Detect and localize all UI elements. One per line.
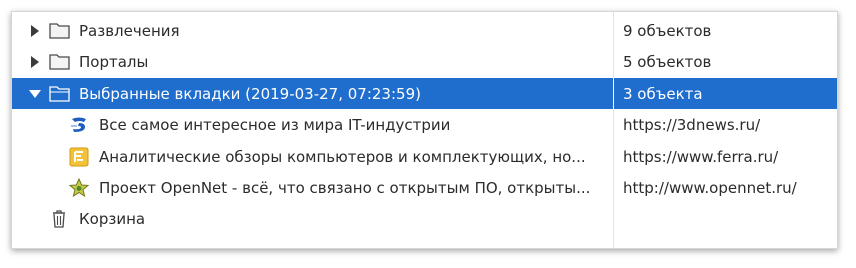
bookmark-row-ferra[interactable]: Аналитические обзоры компьютеров и компл… (12, 141, 837, 172)
tree-row-info: 5 объектов (623, 52, 712, 71)
tree-row-info (614, 203, 623, 234)
tree-row-entertainment[interactable]: Развлечения 9 объектов (12, 15, 837, 46)
bookmark-title: Проект OpenNet - всё, что связано с откр… (99, 178, 591, 197)
opennet-favicon-icon (68, 177, 90, 198)
trash-icon (48, 209, 70, 229)
bookmark-tree-panel: Развлечения 9 объектов Порталы 5 объекто… (11, 11, 838, 249)
bookmark-title: Аналитические обзоры компьютеров и компл… (99, 147, 586, 166)
tree-row-label: Развлечения (79, 21, 180, 40)
3dnews-favicon-icon (68, 115, 90, 135)
tree-row-trash[interactable]: Корзина (12, 203, 837, 234)
tree-row-label: Корзина (79, 209, 146, 228)
tree-row-label: Порталы (79, 52, 149, 71)
folder-icon (48, 21, 70, 41)
bookmark-row-opennet[interactable]: Проект OpenNet - всё, что связано с откр… (12, 172, 837, 203)
folder-icon (48, 52, 70, 72)
bookmark-url: https://3dnews.ru/ (623, 115, 761, 134)
tree-row-label: Выбранные вкладки (2019-03-27, 07:23:59) (79, 84, 421, 103)
collapse-arrow-icon[interactable] (29, 88, 41, 100)
tree-row-portals[interactable]: Порталы 5 объектов (12, 46, 837, 77)
ferra-favicon-icon (68, 147, 90, 167)
tree-row-info: 9 объектов (623, 21, 712, 40)
bookmark-url: https://www.ferra.ru/ (623, 147, 779, 166)
bookmark-title: Все самое интересное из мира IT-индустри… (99, 115, 451, 134)
folder-open-icon (48, 84, 70, 104)
expand-arrow-icon[interactable] (29, 24, 41, 37)
expand-arrow-icon[interactable] (29, 55, 41, 68)
bookmark-row-3dnews[interactable]: Все самое интересное из мира IT-индустри… (12, 109, 837, 140)
bookmark-url: http://www.opennet.ru/ (623, 178, 797, 197)
tree-row-info: 3 объекта (623, 84, 703, 103)
tree-row-selected-tabs[interactable]: Выбранные вкладки (2019-03-27, 07:23:59)… (12, 78, 837, 109)
